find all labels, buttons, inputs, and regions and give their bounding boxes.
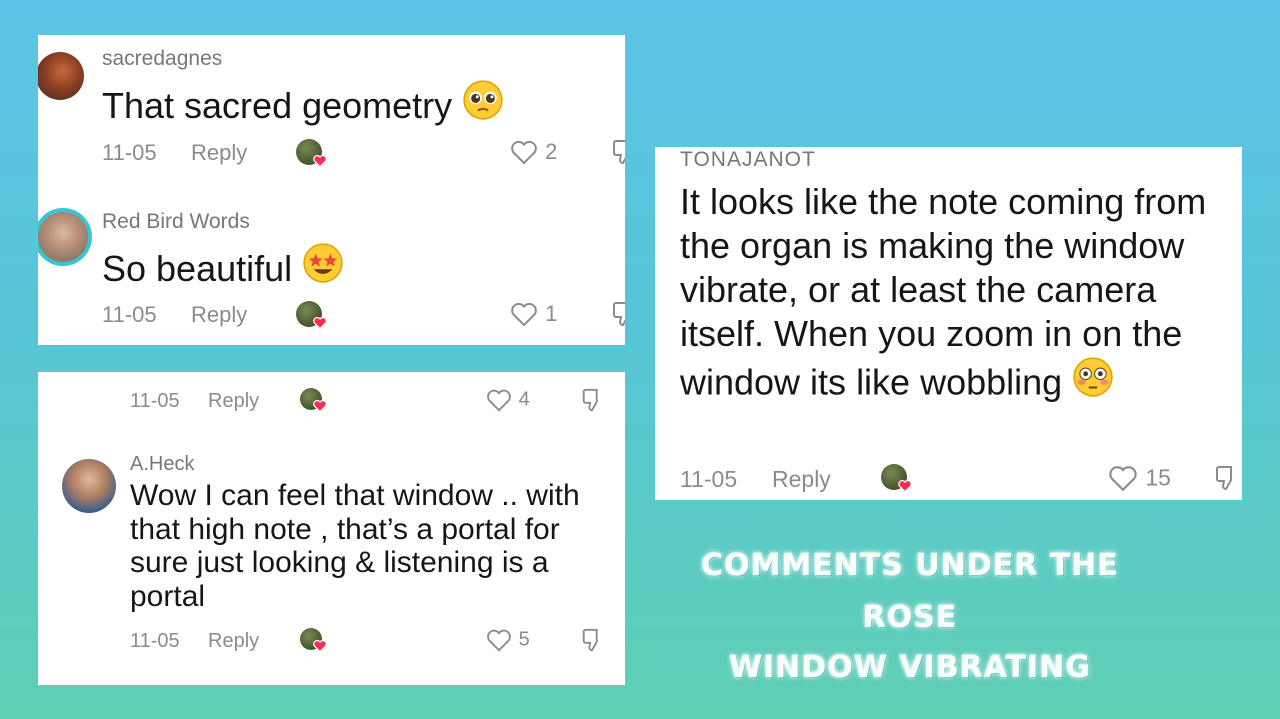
dislike-button[interactable] xyxy=(581,387,605,419)
creator-liked-avatar[interactable] xyxy=(881,464,912,493)
comment-date: 11-05 xyxy=(102,302,157,327)
caption-line-1: COMMENTS UNDER THE xyxy=(701,548,1119,583)
comment-tonajanot: TONAJANOT It looks like the note coming … xyxy=(655,147,1242,500)
creator-liked-avatar[interactable] xyxy=(300,628,327,653)
creator-liked-avatar[interactable] xyxy=(296,139,327,168)
like-count: 5 xyxy=(518,628,530,651)
heart-badge-icon xyxy=(898,479,912,493)
caption-line-3: WINDOW VIBRATING xyxy=(729,650,1091,685)
comment-text-body: So beautiful xyxy=(102,247,293,289)
like-button[interactable]: 4 xyxy=(485,387,530,413)
caption-line-2: ROSE xyxy=(862,600,958,635)
thumbs-down-icon xyxy=(582,628,598,652)
comment-text: That sacred geometry xyxy=(102,79,504,129)
thumbs-down-icon xyxy=(1216,466,1232,491)
like-button[interactable]: 5 xyxy=(485,627,530,653)
creator-liked-avatar[interactable] xyxy=(296,301,327,330)
heart-outline-icon xyxy=(1109,466,1137,492)
flushed-face-icon xyxy=(1072,356,1114,408)
dislike-button[interactable] xyxy=(612,138,625,172)
comment-username[interactable]: A.Heck xyxy=(130,453,194,476)
comment-meta-row: 11-05 Reply 5 xyxy=(38,625,625,659)
reply-button[interactable]: Reply xyxy=(191,140,247,166)
pleading-face-icon xyxy=(462,79,504,129)
creator-liked-avatar[interactable] xyxy=(300,388,327,413)
reply-button[interactable]: Reply xyxy=(772,466,831,493)
comment-red-bird-words: Red Bird Words So beautiful 11-05 Reply … xyxy=(38,195,625,345)
dislike-button[interactable] xyxy=(581,627,605,659)
dislike-button[interactable] xyxy=(612,300,625,334)
heart-outline-icon xyxy=(511,303,537,327)
avatar[interactable] xyxy=(38,208,92,266)
partial-comment-meta-row: 11-05 Reply 4 xyxy=(38,385,625,417)
comment-sacredagnes: sacredagnes That sacred geometry 11-05 R… xyxy=(38,35,625,190)
star-struck-face-icon xyxy=(302,242,344,292)
comment-username[interactable]: TONAJANOT xyxy=(680,148,816,172)
comment-meta-row: 11-05 Reply 1 xyxy=(38,299,625,333)
heart-outline-icon xyxy=(487,629,511,652)
comments-panel-bottom-left: 11-05 Reply 4 A.Heck Wow I can feel that… xyxy=(38,372,625,685)
comments-panel-right: TONAJANOT It looks like the note coming … xyxy=(655,147,1242,500)
heart-outline-icon xyxy=(487,389,511,412)
reply-button[interactable]: Reply xyxy=(208,630,259,653)
reply-button[interactable]: Reply xyxy=(208,390,259,413)
like-button[interactable]: 2 xyxy=(509,138,557,166)
thumbs-down-icon xyxy=(613,302,625,327)
like-count: 15 xyxy=(1145,464,1171,491)
like-count: 1 xyxy=(545,301,558,327)
thumbs-down-icon xyxy=(582,388,598,412)
reply-button[interactable]: Reply xyxy=(191,302,247,328)
comment-text-body: That sacred geometry xyxy=(102,84,453,126)
comment-meta-row: 11-05 Reply 15 xyxy=(655,460,1242,496)
heart-badge-icon xyxy=(313,399,327,413)
comment-a-heck: A.Heck Wow I can feel that window .. wit… xyxy=(38,447,625,685)
heart-outline-icon xyxy=(511,141,537,165)
heart-badge-icon xyxy=(313,154,327,168)
like-button[interactable]: 1 xyxy=(509,300,557,328)
like-button[interactable]: 15 xyxy=(1107,463,1171,493)
comments-panel-top-left: sacredagnes That sacred geometry 11-05 R… xyxy=(38,35,625,345)
comment-text-body: It looks like the note coming from the o… xyxy=(680,181,1207,403)
comment-text: So beautiful xyxy=(102,242,344,292)
comment-date: 11-05 xyxy=(680,466,738,492)
dislike-button[interactable] xyxy=(1215,463,1239,499)
comment-meta-row: 11-05 Reply 2 xyxy=(38,137,625,171)
like-count: 4 xyxy=(518,388,530,411)
comment-text: It looks like the note coming from the o… xyxy=(680,180,1232,408)
like-count: 2 xyxy=(545,139,558,165)
heart-badge-icon xyxy=(313,639,327,653)
thumbs-down-icon xyxy=(613,140,625,165)
comment-username[interactable]: Red Bird Words xyxy=(102,210,250,234)
avatar[interactable] xyxy=(38,52,84,100)
heart-badge-icon xyxy=(313,316,327,330)
comment-date: 11-05 xyxy=(102,140,157,165)
comment-date: 11-05 xyxy=(130,390,180,412)
comment-date: 11-05 xyxy=(130,630,180,652)
avatar[interactable] xyxy=(62,459,116,513)
comment-text: Wow I can feel that window .. with that … xyxy=(130,479,580,613)
comment-username[interactable]: sacredagnes xyxy=(102,47,222,71)
